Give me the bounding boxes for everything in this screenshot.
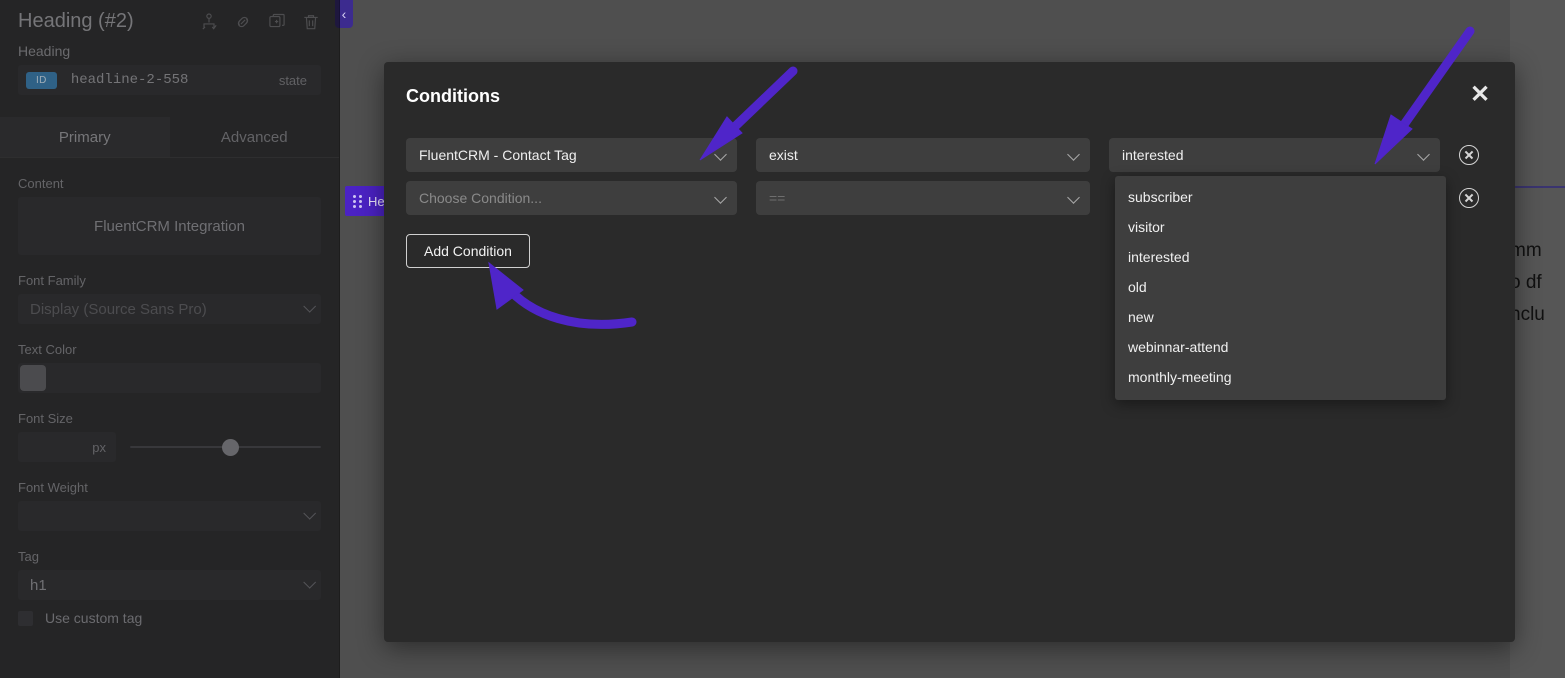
content-value: FluentCRM Integration: [94, 217, 245, 235]
screen-root: mm o df nclu ‹ He Heading (#2) Heading I…: [0, 0, 1565, 678]
sidebar-header-actions: [199, 12, 321, 32]
trash-icon[interactable]: [301, 12, 321, 32]
tag-value: h1: [30, 576, 47, 594]
element-id-row[interactable]: ID headline-2-558 state: [18, 65, 321, 95]
operator-select-1-value: exist: [769, 147, 798, 163]
font-size-row: px: [18, 432, 321, 462]
canvas-clipped-line: mm: [1510, 240, 1542, 261]
use-custom-tag-checkbox[interactable]: [18, 610, 33, 626]
add-condition-button[interactable]: Add Condition: [406, 234, 530, 268]
state-label[interactable]: state: [279, 73, 307, 88]
dropdown-option-monthly-meeting[interactable]: monthly-meeting: [1115, 362, 1446, 392]
chevron-down-icon: [714, 148, 727, 161]
dynamic-data-icon[interactable]: [199, 12, 219, 32]
text-color-field[interactable]: [18, 363, 321, 393]
chevron-down-icon: [1417, 148, 1430, 161]
drag-handle-icon[interactable]: [353, 194, 362, 208]
color-swatch[interactable]: [20, 365, 46, 391]
canvas-clipped-line: o df: [1510, 272, 1542, 293]
chevron-down-icon: [303, 299, 317, 313]
font-family-value: Display (Source Sans Pro): [30, 300, 207, 318]
content-label: Content: [18, 176, 64, 191]
chevron-down-icon: [1067, 191, 1080, 204]
font-size-input[interactable]: px: [18, 432, 116, 462]
tag-label: Tag: [18, 549, 39, 564]
element-type-label: Heading: [18, 43, 71, 59]
operator-select-1[interactable]: exist: [756, 138, 1090, 172]
font-weight-label: Font Weight: [18, 480, 88, 495]
chevron-down-icon: [303, 575, 317, 589]
text-color-label: Text Color: [18, 342, 77, 357]
chevron-down-icon: [1067, 148, 1080, 161]
value-select-1-value: interested: [1122, 147, 1184, 163]
canvas-page-right-column: [1510, 0, 1565, 678]
conditions-modal: Conditions ✕ FluentCRM - Contact Tag exi…: [384, 62, 1515, 642]
remove-condition-icon[interactable]: [1459, 145, 1479, 165]
tab-advanced[interactable]: Advanced: [170, 117, 340, 157]
sidebar-header: Heading (#2): [0, 0, 339, 37]
use-custom-tag-label: Use custom tag: [45, 610, 143, 626]
value-dropdown-list[interactable]: subscriber visitor interested old new we…: [1115, 176, 1446, 400]
id-badge: ID: [26, 71, 57, 89]
link-icon[interactable]: [233, 12, 253, 32]
condition-select-2-placeholder: Choose Condition...: [419, 190, 542, 206]
content-input[interactable]: FluentCRM Integration: [18, 197, 321, 255]
chevron-left-icon: ‹: [341, 6, 347, 22]
dropdown-option-subscriber[interactable]: subscriber: [1115, 182, 1446, 212]
duplicate-icon[interactable]: [267, 12, 287, 32]
font-size-unit: px: [92, 439, 106, 455]
font-size-label: Font Size: [18, 411, 73, 426]
tab-primary[interactable]: Primary: [0, 117, 170, 157]
value-select-1[interactable]: interested: [1109, 138, 1440, 172]
element-id-value: headline-2-558: [70, 72, 189, 88]
settings-tabs: Primary Advanced: [0, 117, 339, 158]
page-title: Heading (#2): [18, 10, 134, 32]
condition-select-2[interactable]: Choose Condition...: [406, 181, 737, 215]
chevron-down-icon: [714, 191, 727, 204]
modal-title: Conditions: [406, 86, 500, 106]
canvas-clipped-text: mm o df nclu: [1510, 235, 1565, 331]
dropdown-option-webinnar-attend[interactable]: webinnar-attend: [1115, 332, 1446, 362]
font-family-label: Font Family: [18, 273, 86, 288]
dropdown-option-visitor[interactable]: visitor: [1115, 212, 1446, 242]
slider-knob[interactable]: [221, 438, 239, 456]
remove-condition-icon[interactable]: [1459, 188, 1479, 208]
chevron-down-icon: [303, 506, 317, 520]
use-custom-tag-row[interactable]: Use custom tag: [18, 610, 321, 626]
close-icon[interactable]: ✕: [1467, 82, 1493, 108]
condition-row: FluentCRM - Contact Tag exist interested: [406, 138, 1493, 172]
canvas-element-badge-label: He: [368, 193, 385, 209]
dropdown-option-new[interactable]: new: [1115, 302, 1446, 332]
operator-select-2-placeholder: ==: [769, 190, 786, 206]
condition-select-1[interactable]: FluentCRM - Contact Tag: [406, 138, 737, 172]
dropdown-option-old[interactable]: old: [1115, 272, 1446, 302]
tag-select[interactable]: h1: [18, 570, 321, 600]
canvas-clipped-line: nclu: [1510, 304, 1545, 325]
condition-select-1-value: FluentCRM - Contact Tag: [419, 147, 577, 163]
dropdown-option-interested[interactable]: interested: [1115, 242, 1446, 272]
font-family-select[interactable]: Display (Source Sans Pro): [18, 294, 321, 324]
element-settings-sidebar: Heading (#2) Heading ID headline-2-558 s…: [0, 0, 340, 678]
operator-select-2[interactable]: ==: [756, 181, 1090, 215]
font-weight-select[interactable]: [18, 501, 321, 531]
font-size-slider[interactable]: [130, 437, 321, 457]
canvas-divider-rule: [1510, 186, 1565, 188]
